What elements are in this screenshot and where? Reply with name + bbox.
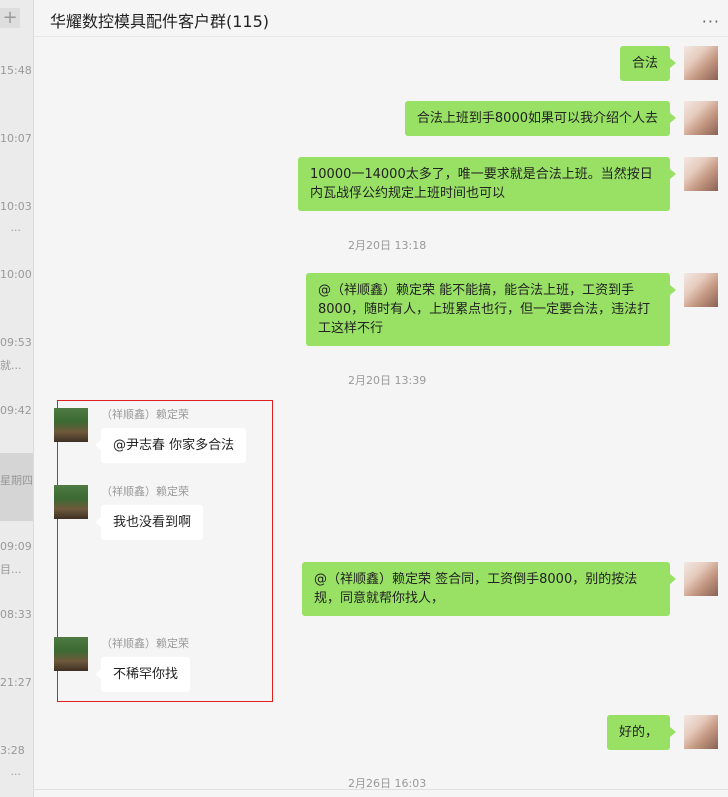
session-time: 3:28 bbox=[0, 744, 25, 757]
session-time: 08:33 bbox=[0, 608, 32, 621]
message-incoming: （祥顺鑫）赖定荣 我也没看到啊 bbox=[54, 485, 204, 540]
session-item[interactable]: 08:33 bbox=[0, 608, 33, 621]
sender-name: （祥顺鑫）赖定荣 bbox=[101, 637, 189, 650]
timestamp-separator: 2月20日 13:18 bbox=[348, 239, 427, 252]
session-item[interactable]: 10:00 bbox=[0, 268, 33, 281]
avatar[interactable] bbox=[684, 101, 718, 135]
divider bbox=[34, 789, 728, 790]
chat-title: 华耀数控模具配件客户群(115) bbox=[50, 12, 270, 31]
avatar[interactable] bbox=[684, 562, 718, 596]
message-bubble[interactable]: 合法 bbox=[619, 46, 677, 81]
message-outgoing: @（祥顺鑫）赖定荣 签合同，工资倒手8000，别的按法规，同意就帮你找人， bbox=[302, 562, 718, 616]
session-time: 15:48 bbox=[0, 64, 32, 77]
message-outgoing: 10000一14000太多了，唯一要求就是合法上班。当然按日内瓦战俘公约规定上班… bbox=[298, 157, 718, 211]
timestamp-separator: 2月20日 13:39 bbox=[348, 374, 427, 387]
message-bubble[interactable]: 10000一14000太多了，唯一要求就是合法上班。当然按日内瓦战俘公约规定上班… bbox=[298, 157, 676, 211]
avatar[interactable] bbox=[684, 157, 718, 191]
sender-name: （祥顺鑫）赖定荣 bbox=[101, 408, 189, 421]
session-item[interactable]: 21:27 bbox=[0, 676, 33, 689]
message-bubble[interactable]: 好的， bbox=[606, 715, 677, 750]
session-time: 10:00 bbox=[0, 268, 32, 281]
message-bubble[interactable]: @（祥顺鑫）赖定荣 签合同，工资倒手8000，别的按法规，同意就帮你找人， bbox=[302, 562, 676, 616]
session-time: 10:03 bbox=[0, 200, 32, 213]
session-list: + 15:48 10:07 10:03 ... 10:00 09:53 就...… bbox=[0, 0, 34, 797]
session-time: 09:09 bbox=[0, 540, 32, 553]
session-item[interactable]: 15:48 bbox=[0, 64, 33, 77]
message-outgoing: 合法 bbox=[619, 46, 718, 81]
add-chat-button[interactable]: + bbox=[0, 8, 20, 28]
message-bubble[interactable]: 我也没看到啊 bbox=[94, 505, 204, 540]
session-time: 21:27 bbox=[0, 676, 32, 689]
message-bubble[interactable]: @（祥顺鑫）赖定荣 能不能搞，能合法上班，工资到手8000，随时有人，上班累点也… bbox=[306, 273, 676, 346]
message-incoming: （祥顺鑫）赖定荣 @尹志春 你家多合法 bbox=[54, 408, 247, 463]
session-item[interactable]: 09:42 bbox=[0, 404, 33, 417]
session-item[interactable]: 10:07 bbox=[0, 132, 33, 145]
session-time: 10:07 bbox=[0, 132, 32, 145]
session-item[interactable]: 3:28 ... bbox=[0, 744, 33, 778]
avatar[interactable] bbox=[54, 485, 88, 519]
message-bubble[interactable]: 不稀罕你找 bbox=[94, 657, 191, 692]
session-item[interactable]: 星期四 bbox=[0, 472, 33, 488]
session-snippet: ... bbox=[10, 765, 22, 778]
avatar[interactable] bbox=[684, 46, 718, 80]
session-snippet: 就... bbox=[0, 359, 22, 372]
session-item[interactable]: 09:09 目... bbox=[0, 540, 33, 577]
avatar[interactable] bbox=[54, 637, 88, 671]
session-item[interactable]: 10:03 ... bbox=[0, 200, 33, 234]
avatar[interactable] bbox=[684, 715, 718, 749]
more-icon[interactable]: ··· bbox=[702, 12, 720, 31]
message-bubble[interactable]: @尹志春 你家多合法 bbox=[94, 428, 247, 463]
session-snippet: ... bbox=[10, 221, 22, 234]
session-item[interactable]: 09:53 就... bbox=[0, 336, 33, 373]
chat-header: 华耀数控模具配件客户群(115) ··· bbox=[34, 0, 728, 37]
session-time: 星期四 bbox=[0, 474, 33, 487]
message-outgoing: 好的， bbox=[606, 715, 718, 750]
session-time: 09:53 bbox=[0, 336, 32, 349]
sender-name: （祥顺鑫）赖定荣 bbox=[101, 485, 189, 498]
message-incoming: （祥顺鑫）赖定荣 不稀罕你找 bbox=[54, 637, 191, 692]
message-bubble[interactable]: 合法上班到手8000如果可以我介绍个人去 bbox=[404, 101, 677, 136]
message-outgoing: 合法上班到手8000如果可以我介绍个人去 bbox=[404, 101, 718, 136]
session-snippet: 目... bbox=[0, 563, 22, 576]
session-time: 09:42 bbox=[0, 404, 32, 417]
message-outgoing: @（祥顺鑫）赖定荣 能不能搞，能合法上班，工资到手8000，随时有人，上班累点也… bbox=[306, 273, 718, 346]
avatar[interactable] bbox=[684, 273, 718, 307]
avatar[interactable] bbox=[54, 408, 88, 442]
